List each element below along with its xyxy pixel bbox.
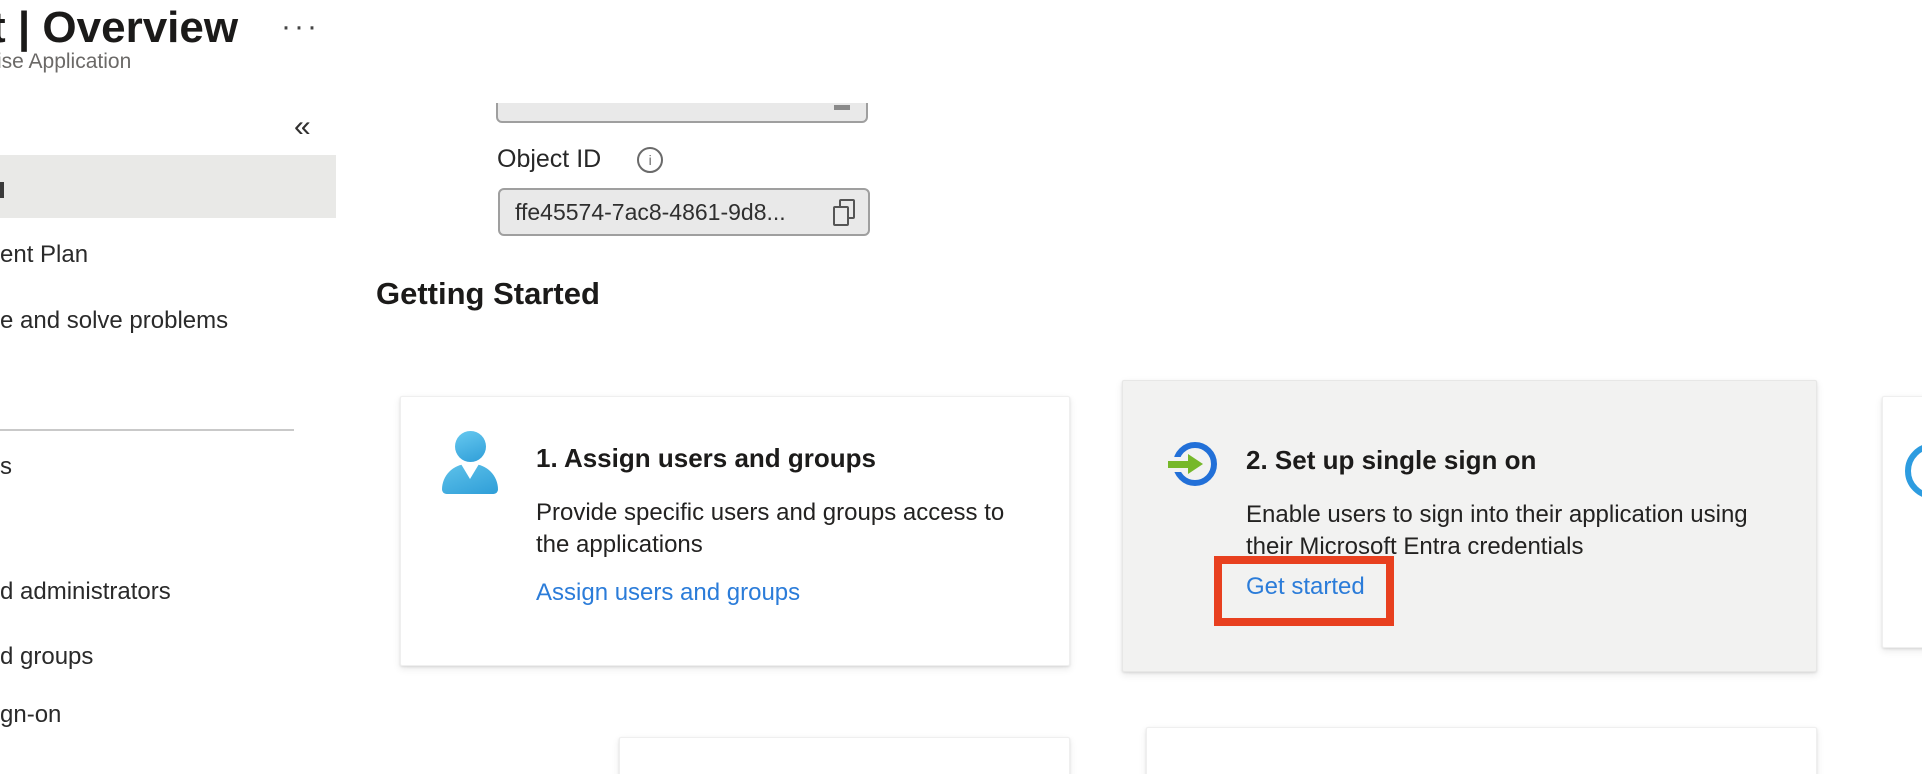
assign-users-groups-link[interactable]: Assign users and groups bbox=[536, 579, 800, 607]
sidebar-collapse-icon[interactable]: « bbox=[294, 110, 311, 144]
sidebar-section-divider bbox=[0, 429, 294, 431]
card-partial-bottom-right bbox=[1146, 727, 1817, 774]
object-id-label: Object ID bbox=[497, 145, 601, 174]
card-assign-users-groups: 1. Assign users and groups Provide speci… bbox=[400, 396, 1070, 666]
sidebar-item-single-sign-on[interactable]: gn-on bbox=[0, 700, 61, 730]
person-icon bbox=[441, 431, 499, 495]
page-title: t | Overview bbox=[0, 0, 238, 56]
sidebar-item-roles-administrators[interactable]: d administrators bbox=[0, 577, 171, 607]
page-subtitle: ise Application bbox=[0, 50, 131, 74]
object-id-value: ffe45574-7ac8-4861-9d8... bbox=[500, 199, 833, 226]
object-id-field[interactable]: ffe45574-7ac8-4861-9d8... bbox=[498, 188, 870, 236]
card-partial-bottom-left bbox=[619, 737, 1070, 774]
sidebar-item-diagnose-solve-problems[interactable]: e and solve problems bbox=[0, 306, 228, 336]
more-menu-icon[interactable]: ··· bbox=[281, 10, 320, 44]
sidebar-item-overview-label-sliver bbox=[0, 182, 4, 198]
application-id-field-partial[interactable] bbox=[496, 103, 876, 123]
sidebar-item-properties[interactable]: s bbox=[0, 452, 12, 482]
sidebar-item-deployment-plan[interactable]: ent Plan bbox=[0, 240, 88, 270]
card-body: Enable users to sign into their applicat… bbox=[1246, 499, 1751, 563]
copy-icon-partial[interactable] bbox=[834, 105, 850, 110]
application-id-field-box[interactable] bbox=[496, 103, 868, 123]
provisioning-icon-partial bbox=[1905, 443, 1922, 499]
info-icon[interactable]: i bbox=[637, 147, 663, 173]
get-started-link[interactable]: Get started bbox=[1246, 573, 1365, 601]
card-partial-right bbox=[1882, 396, 1922, 648]
sso-arrow-icon bbox=[1173, 442, 1217, 486]
copy-icon[interactable] bbox=[833, 199, 855, 226]
card-title: 1. Assign users and groups bbox=[536, 441, 1041, 475]
card-body: Provide specific users and groups access… bbox=[536, 497, 1041, 561]
card-title: 2. Set up single sign on bbox=[1246, 443, 1751, 477]
enterprise-app-overview-screen: t | Overview ··· ise Application « ent P… bbox=[0, 0, 1922, 774]
card-set-up-sso: 2. Set up single sign on Enable users to… bbox=[1122, 380, 1817, 672]
getting-started-heading: Getting Started bbox=[376, 276, 600, 312]
sidebar-item-users-groups[interactable]: d groups bbox=[0, 642, 93, 672]
sidebar-item-overview-selected[interactable] bbox=[0, 155, 336, 218]
